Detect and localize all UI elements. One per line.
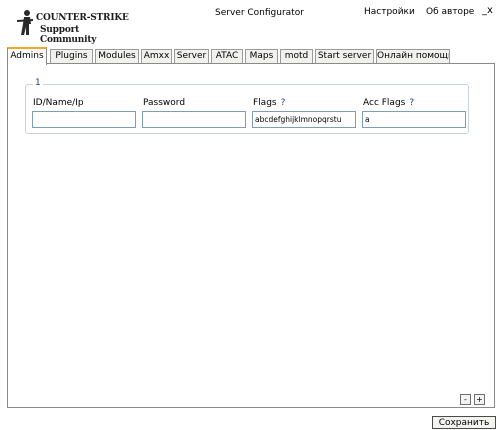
menu-settings[interactable]: Настройки <box>364 7 415 17</box>
remove-admin-button[interactable]: - <box>460 394 471 405</box>
acc-flags-input[interactable] <box>362 111 466 128</box>
logo-subtitle: Support Community <box>40 25 97 45</box>
admin-entry-index: 1 <box>33 78 43 88</box>
admins-panel: 1 ID/Name/Ip Password Flags? Acc Flags? … <box>7 63 495 408</box>
menu-about[interactable]: Об авторе <box>426 7 474 17</box>
id-input[interactable] <box>32 111 136 128</box>
minimize-button[interactable]: _x <box>482 5 493 16</box>
save-button[interactable]: Сохранить <box>432 416 496 429</box>
tab-plugins[interactable]: Plugins <box>50 49 93 63</box>
tab-bar: Admins Plugins Modules Amxx Server ATAC … <box>7 47 494 65</box>
id-label: ID/Name/Ip <box>33 98 84 108</box>
window-title: Server Configurator <box>215 8 304 18</box>
add-admin-button[interactable]: + <box>474 394 485 405</box>
password-input[interactable] <box>142 111 246 128</box>
tab-modules[interactable]: Modules <box>95 49 139 63</box>
tab-amxx[interactable]: Amxx <box>141 49 172 63</box>
flags-label: Flags <box>253 98 277 108</box>
flags-help-link[interactable]: ? <box>281 98 286 108</box>
tab-atac[interactable]: ATAC <box>211 49 243 63</box>
soldier-silhouette-icon <box>17 10 33 35</box>
counter-strike-logo: COUNTER-STRIKE Support Community <box>14 7 134 45</box>
flags-label-group: Flags? <box>253 98 285 108</box>
tab-admins[interactable]: Admins <box>7 47 47 65</box>
flags-input[interactable] <box>252 111 356 128</box>
tab-online-help[interactable]: Онлайн помощь <box>376 49 450 63</box>
acc-flags-help-link[interactable]: ? <box>409 98 414 108</box>
admin-entry: 1 ID/Name/Ip Password Flags? Acc Flags? <box>25 78 469 134</box>
logo-title: COUNTER-STRIKE <box>36 13 129 23</box>
app-header: COUNTER-STRIKE Support Community Server … <box>0 0 500 45</box>
acc-flags-label-group: Acc Flags? <box>363 98 414 108</box>
password-label: Password <box>143 98 186 108</box>
acc-flags-label: Acc Flags <box>363 98 406 108</box>
tab-start-server[interactable]: Start server <box>315 49 374 63</box>
tab-motd[interactable]: motd <box>280 49 313 63</box>
tab-server[interactable]: Server <box>174 49 209 63</box>
tab-maps[interactable]: Maps <box>245 49 278 63</box>
